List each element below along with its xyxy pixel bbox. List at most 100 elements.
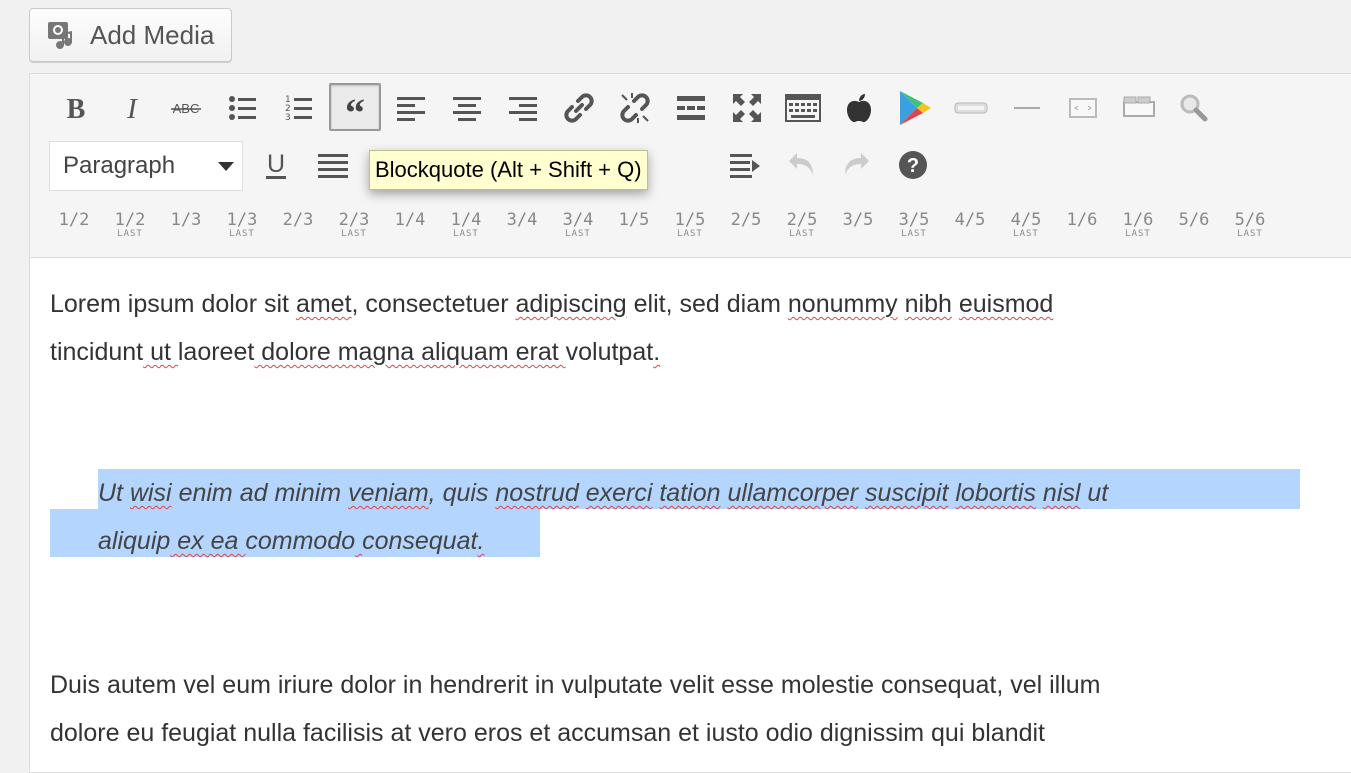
indent-button[interactable] [724,141,766,189]
align-left-button[interactable] [390,84,432,132]
misspelled-word: dolore magna aliquam erat [254,338,566,366]
tabs-shortcode-icon [1123,96,1155,117]
button-shortcode-button[interactable] [950,84,992,132]
column-3-4-button[interactable]: 3/4 [499,205,545,249]
text-run: ut [1080,479,1109,507]
column-2-5-button[interactable]: 2/5 [723,205,769,249]
column-1-5-button[interactable]: 1/5 [611,205,657,249]
help-button[interactable]: ? [892,141,934,189]
column-last-label: LAST [789,229,815,239]
column-3-5-last-button[interactable]: 3/5 LAST [891,205,937,249]
fullscreen-button[interactable] [726,84,768,132]
remove-link-icon [620,93,650,123]
blockquote-button[interactable]: “ [329,83,381,131]
italic-icon: I [126,93,138,123]
paragraph-3-line-2: dolore eu feugiat nulla facilisis at ver… [50,719,1045,747]
text-run: commodo [245,527,356,555]
column-fraction-label: 2/5 [730,210,762,230]
text-run: volutpat [565,338,654,366]
misspelled-word: veniam [348,479,429,507]
text-run [579,479,586,507]
remove-link-button[interactable] [614,84,656,132]
text-run: elit, sed diam [626,290,788,318]
redo-icon [845,153,869,175]
misspelled-word: adipiscing [515,290,627,318]
column-fraction-label: 1/6 [1066,210,1098,230]
search-button[interactable] [1172,84,1214,132]
column-fraction-label: 1/3 [170,210,202,230]
bulleted-list-button[interactable] [222,84,264,132]
horizontal-line-icon [1014,107,1040,109]
box-shortcode-button[interactable] [1062,84,1104,132]
column-last-label: LAST [1237,229,1263,239]
column-1-3-button[interactable]: 1/3 [163,205,209,249]
apple-icon [847,94,871,123]
column-last-label: LAST [565,229,591,239]
column-1-2-last-button[interactable]: 1/2 LAST [107,205,153,249]
column-fraction-label: 1/4 [394,210,426,230]
align-center-icon [453,97,481,121]
format-select-value: Paragraph [63,152,176,179]
text-run: tincidunt [50,338,144,366]
blockquote-line-2: aliquip ex ea commodo consequat. [98,517,484,565]
column-2-3-button[interactable]: 2/3 [275,205,321,249]
text-run: enim ad minim [171,479,349,507]
redo-button[interactable] [836,141,878,189]
column-fraction-label: 4/5 [954,210,986,230]
column-last-label: LAST [677,229,703,239]
column-1-5-last-button[interactable]: 1/5 LAST [667,205,713,249]
column-last-label: LAST [453,229,479,239]
underline-button[interactable]: U [256,141,296,189]
column-3-5-button[interactable]: 3/5 [835,205,881,249]
column-1-6-button[interactable]: 1/6 [1059,205,1105,249]
text-run [898,290,905,318]
bold-button[interactable]: B [56,84,96,132]
column-1-4-last-button[interactable]: 1/4 LAST [443,205,489,249]
misspelled-word: nonummy [787,290,898,318]
misspelled-word: . [653,338,661,366]
numbered-list-button[interactable]: 123 [278,84,320,132]
google-play-button[interactable] [892,84,938,132]
add-media-button[interactable]: Add Media [29,8,232,62]
misspelled-word: ex ea [170,527,246,555]
align-center-button[interactable] [446,84,488,132]
italic-button[interactable]: I [112,84,152,132]
tabs-shortcode-button[interactable] [1118,84,1160,132]
column-2-3-last-button[interactable]: 2/3 LAST [331,205,377,249]
align-right-icon [509,97,537,121]
align-right-button[interactable] [502,84,544,132]
column-1-4-button[interactable]: 1/4 [387,205,433,249]
search-icon [1180,94,1208,122]
apple-button[interactable] [838,84,880,132]
justify-icon [318,154,348,178]
bold-icon: B [67,94,86,123]
column-5-6-button[interactable]: 5/6 [1171,205,1217,249]
strikethrough-button[interactable]: ABC [166,84,206,132]
column-fraction-label: 2/3 [338,210,370,230]
justify-button[interactable] [312,141,354,189]
column-fraction-label: 3/4 [562,210,594,230]
column-4-5-last-button[interactable]: 4/5 LAST [1003,205,1049,249]
toolbar-toggle-button[interactable] [782,84,824,132]
column-fraction-label: 5/6 [1234,210,1266,230]
column-1-3-last-button[interactable]: 1/3 LAST [219,205,265,249]
read-more-button[interactable] [670,84,712,132]
horizontal-line-button[interactable] [1006,84,1048,132]
undo-button[interactable] [780,141,822,189]
help-icon: ? [899,151,927,179]
column-5-6-last-button[interactable]: 5/6 LAST [1227,205,1273,249]
insert-link-button[interactable] [558,84,600,132]
bulleted-list-icon [229,96,256,120]
column-fraction-label: 2/3 [282,210,314,230]
column-1-2-button[interactable]: 1/2 [51,205,97,249]
column-2-5-last-button[interactable]: 2/5 LAST [779,205,825,249]
column-1-6-last-button[interactable]: 1/6 LAST [1115,205,1161,249]
column-4-5-button[interactable]: 4/5 [947,205,993,249]
align-left-icon [397,97,425,121]
column-3-4-last-button[interactable]: 3/4 LAST [555,205,601,249]
numbered-list-icon: 123 [285,95,312,123]
column-fraction-label: 1/2 [58,210,90,230]
format-select[interactable]: Paragraph [49,141,243,191]
text-run [1036,479,1043,507]
box-shortcode-icon [1069,98,1097,118]
